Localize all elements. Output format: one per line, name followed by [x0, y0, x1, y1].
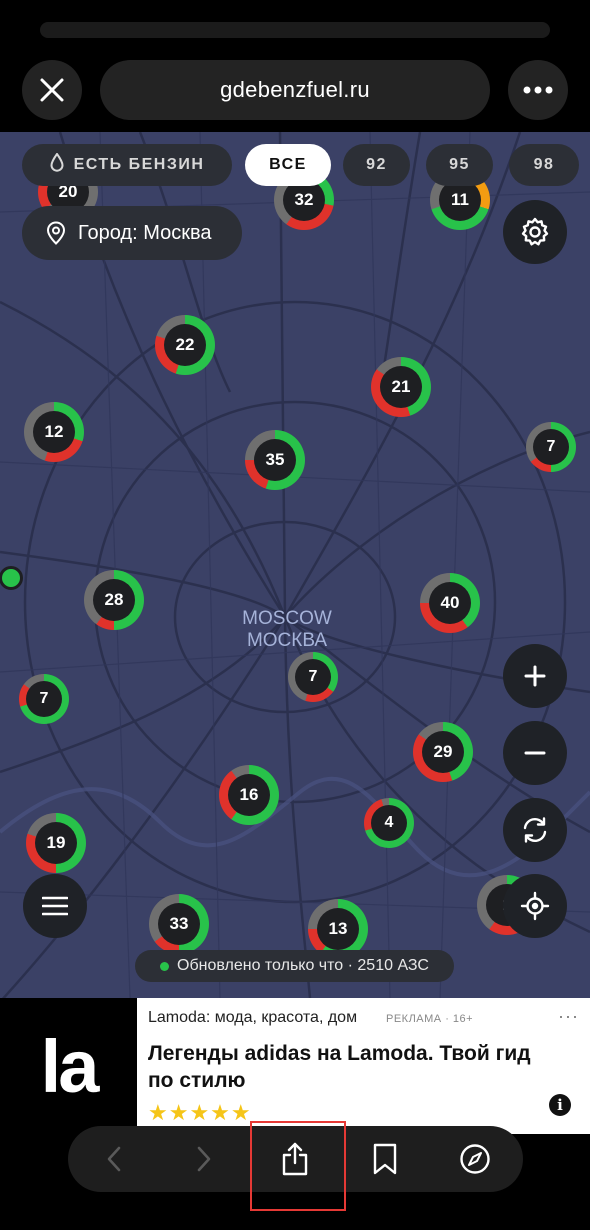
chip-98[interactable]: 98	[509, 144, 579, 186]
refresh-button[interactable]	[503, 798, 567, 862]
ad-rating-stars: ★★★★★	[148, 1100, 252, 1125]
chip-all[interactable]: ВСЕ	[245, 144, 331, 186]
road-network	[0, 132, 590, 998]
station-cluster[interactable]: 22	[155, 315, 215, 375]
cluster-count: 33	[158, 903, 200, 945]
station-cluster[interactable]: 28	[84, 570, 144, 630]
cluster-count: 21	[380, 366, 422, 408]
chip-95[interactable]: 95	[426, 144, 493, 186]
previous-tab-strip	[40, 22, 550, 38]
bookmark-icon	[373, 1143, 397, 1175]
location-pin-icon	[46, 221, 66, 245]
cluster-count: 13	[317, 908, 359, 950]
cluster-count: 29	[422, 731, 464, 773]
station-cluster[interactable]: 29	[413, 722, 473, 782]
ad-more-button[interactable]: ···	[558, 1006, 579, 1027]
more-button[interactable]	[508, 60, 568, 120]
crosshair-icon	[520, 891, 550, 921]
locate-me-button[interactable]	[503, 874, 567, 938]
more-dots-icon	[523, 86, 553, 94]
cluster-count: 22	[164, 324, 206, 366]
status-dot-icon	[160, 961, 170, 971]
cluster-count: 7	[295, 659, 331, 695]
city-label: Город: Москва	[78, 221, 212, 244]
gear-icon	[521, 217, 549, 246]
menu-button[interactable]	[23, 874, 87, 938]
bookmarks-button[interactable]	[365, 1139, 405, 1179]
zoom-in-button[interactable]	[503, 644, 567, 708]
browser-bottom-bar	[0, 1121, 590, 1230]
compass-button[interactable]	[455, 1139, 495, 1179]
station-cluster[interactable]: 35	[245, 430, 305, 490]
cluster-count: 16	[228, 774, 270, 816]
station-cluster[interactable]: 21	[371, 357, 431, 417]
cluster-count: 40	[429, 582, 471, 624]
ad-title: Легенды adidas на Lamoda. Твой гид по ст…	[148, 1042, 531, 1092]
ad-info-icon[interactable]: i	[549, 1094, 571, 1116]
single-station-marker[interactable]	[0, 566, 23, 590]
station-cluster[interactable]: 12	[24, 402, 84, 462]
back-button[interactable]	[94, 1139, 134, 1179]
cluster-count: 7	[533, 429, 569, 465]
chevron-left-icon	[107, 1146, 121, 1172]
settings-button[interactable]	[503, 200, 567, 264]
cluster-count: 7	[26, 681, 62, 717]
station-cluster[interactable]: 4	[364, 798, 414, 848]
update-status: Обновлено только что · 2510 АЗС	[135, 950, 454, 982]
cluster-count: 28	[93, 579, 135, 621]
station-cluster[interactable]: 33	[149, 894, 209, 954]
station-cluster[interactable]: 16	[219, 765, 279, 825]
url-text: gdebenzfuel.ru	[220, 77, 370, 102]
fuel-drop-icon	[50, 152, 64, 177]
station-cluster[interactable]: 7	[19, 674, 69, 724]
forward-button[interactable]	[184, 1139, 224, 1179]
zoom-out-button[interactable]	[503, 721, 567, 785]
station-cluster[interactable]: 19	[26, 813, 86, 873]
minus-icon	[524, 751, 546, 755]
refresh-icon	[523, 817, 547, 843]
close-icon	[40, 78, 64, 102]
selection-highlight	[250, 1121, 346, 1211]
cluster-count: 35	[254, 439, 296, 481]
map[interactable]: 20 32 11 22 21 12 35 7 28 40 7 7 29 16 4…	[0, 132, 590, 998]
cluster-count: 12	[33, 411, 75, 453]
plus-icon	[524, 665, 546, 687]
close-button[interactable]	[22, 60, 82, 120]
cluster-count: 4	[371, 805, 407, 841]
ad-banner[interactable]: la Lamoda: мода, красота, дом РЕКЛАМА · …	[0, 998, 590, 1134]
map-city-label: MOSCOW МОСКВА	[242, 608, 332, 651]
station-cluster[interactable]: 40	[420, 573, 480, 633]
browser-top-bar: gdebenzfuel.ru	[0, 0, 590, 132]
chip-fuel-available[interactable]: ЕСТЬ БЕНЗИН	[22, 144, 232, 186]
chevron-right-icon	[197, 1146, 211, 1172]
cluster-count: 19	[35, 822, 77, 864]
station-cluster[interactable]: 7	[526, 422, 576, 472]
city-selector[interactable]: Город: Москва	[22, 206, 242, 260]
chip-92[interactable]: 92	[343, 144, 410, 186]
ad-label: РЕКЛАМА · 16+	[386, 1013, 474, 1025]
url-bar[interactable]: gdebenzfuel.ru	[100, 60, 490, 120]
station-cluster[interactable]: 7	[288, 652, 338, 702]
ad-logo: la	[0, 998, 137, 1134]
compass-icon	[460, 1144, 490, 1174]
ad-advertiser: Lamoda: мода, красота, дом	[148, 1009, 358, 1026]
hamburger-icon	[42, 896, 68, 916]
